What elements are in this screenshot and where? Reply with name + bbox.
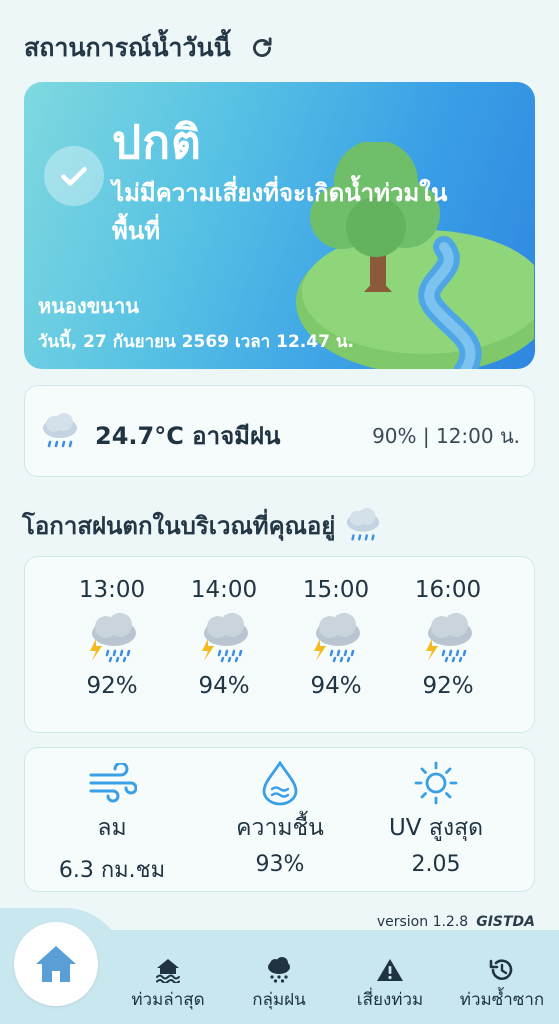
flood-status-card[interactable]: ปกติ ไม่มีความเสี่ยงที่จะเกิดน้ำท่วมในพื… <box>24 82 535 369</box>
refresh-icon[interactable] <box>249 35 275 61</box>
wind-label: ลม <box>97 815 127 841</box>
uv-label: UV สูงสุด <box>388 815 484 841</box>
status-datetime: วันนี้, 27 กันยายน 2569 เวลา 12.47 น. <box>38 332 354 352</box>
current-weather-card[interactable]: 24.7°C อาจมีฝน 90% | 12:00 น. <box>24 385 535 477</box>
forecast-hour: 14:00 94% <box>174 577 274 699</box>
humidity-stat: ความชื้น 93% <box>205 760 355 877</box>
forecast-percent: 92% <box>422 673 474 699</box>
uv-stat: UV สูงสุด 2.05 <box>361 760 511 877</box>
history-icon <box>489 959 513 980</box>
forecast-hour: 13:00 92% <box>62 577 162 699</box>
nav-label: ท่วมล่าสุด <box>131 990 205 1010</box>
rain-cloud-icon <box>43 413 77 448</box>
home-icon <box>36 946 76 982</box>
flood-icon <box>156 959 180 983</box>
gistda-logo: GISTDA <box>476 914 535 930</box>
status-title: ปกติ <box>112 115 202 169</box>
sun-icon <box>414 761 458 805</box>
humidity-value: 93% <box>255 852 305 877</box>
rain-cloud-icon <box>268 957 290 983</box>
section-title-text: โอกาสฝนตกในบริเวณที่คุณอยู่ <box>22 512 336 540</box>
rain-chance-time: 90% | 12:00 น. <box>372 424 520 448</box>
wind-stat: ลม 6.3 กม.ชม <box>37 760 187 887</box>
nav-item-rain-cluster[interactable]: กลุ่มฝน <box>224 956 334 1013</box>
nav-item-latest-flood[interactable]: ท่วมล่าสุด <box>113 956 223 1013</box>
home-button[interactable] <box>14 922 98 1006</box>
weather-stats-card: ลม 6.3 กม.ชม ความชื้น 93% UV สูงสุด 2.05 <box>24 747 535 892</box>
thunderstorm-icon <box>426 613 472 663</box>
humidity-icon <box>262 760 298 806</box>
rain-cloud-icon <box>347 507 380 540</box>
header: สถานการณ์น้ำวันนี้ <box>24 28 275 68</box>
rain-chance-section-title: โอกาสฝนตกในบริเวณที่คุณอยู่ <box>22 506 383 545</box>
forecast-hour: 15:00 94% <box>286 577 386 699</box>
wind-value: 6.3 กม.ชม <box>58 858 166 883</box>
version-info: version 1.2.8 GISTDA <box>377 914 535 930</box>
forecast-time: 13:00 <box>78 577 146 603</box>
check-circle-icon <box>44 146 104 206</box>
forecast-time: 16:00 <box>414 577 482 603</box>
forecast-time: 14:00 <box>190 577 258 603</box>
current-temperature: 24.7°C อาจมีฝน <box>95 422 281 450</box>
humidity-label: ความชื้น <box>236 815 324 841</box>
nav-item-repeated-flood[interactable]: ท่วมซ้ำซาก <box>447 956 557 1013</box>
location-name: หนองขนาน <box>38 294 139 318</box>
forecast-time: 15:00 <box>302 577 370 603</box>
thunderstorm-icon <box>90 613 136 663</box>
nav-item-flood-risk[interactable]: เสี่ยงท่วม <box>335 956 445 1013</box>
wind-icon <box>89 763 137 803</box>
uv-value: 2.05 <box>411 852 461 877</box>
hourly-forecast-card: 13:00 92% 14:00 94% 15:00 94% 16:00 92% <box>24 556 535 733</box>
forecast-percent: 92% <box>86 673 138 699</box>
version-text: version 1.2.8 <box>376 914 469 930</box>
page-title: สถานการณ์น้ำวันนี้ <box>24 33 231 62</box>
forecast-percent: 94% <box>310 673 362 699</box>
nav-label: เสี่ยงท่วม <box>356 990 424 1010</box>
thunderstorm-icon <box>202 613 248 663</box>
nav-label: ท่วมซ้ำซาก <box>459 990 545 1010</box>
thunderstorm-icon <box>314 613 360 663</box>
nav-label: กลุ่มฝน <box>252 990 306 1010</box>
warning-icon <box>377 959 403 981</box>
status-description: ไม่มีความเสี่ยงที่จะเกิดน้ำท่วมในพื้นที่ <box>112 179 448 245</box>
forecast-hour: 16:00 92% <box>398 577 498 699</box>
forecast-percent: 94% <box>198 673 250 699</box>
